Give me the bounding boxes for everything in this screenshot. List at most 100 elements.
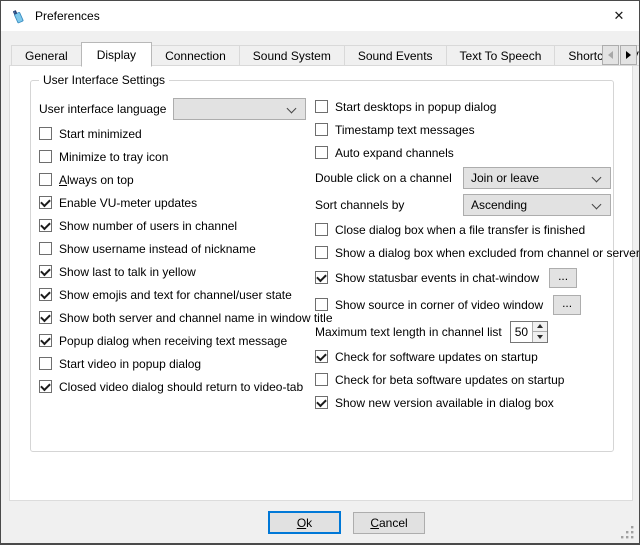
- spinbox-value: 50: [511, 322, 532, 342]
- setting-row: Show source in corner of video window...: [315, 291, 611, 318]
- setting-label: Double click on a channel: [315, 171, 463, 185]
- display-tab-page: User Interface Settings User interface l…: [9, 65, 633, 501]
- spin-up-button[interactable]: [532, 322, 547, 332]
- setting-row: Sort channels by Ascending: [315, 191, 611, 218]
- tab-label: Text To Speech: [460, 49, 542, 63]
- checkbox-show-both-server-and-channel-name-in-window-title[interactable]: [39, 311, 52, 324]
- checkbox-auto-expand-channels[interactable]: [315, 146, 328, 159]
- checkbox-show-statusbar-events-in-chat-window[interactable]: [315, 271, 328, 284]
- setting-row: Show emojis and text for channel/user st…: [39, 283, 311, 306]
- setting-row: Show new version available in dialog box: [315, 391, 611, 414]
- tab-sound-events[interactable]: Sound Events: [344, 45, 447, 66]
- checkbox-minimize-to-tray-icon[interactable]: [39, 150, 52, 163]
- ellipsis-button-show-statusbar-events-in-chat-window[interactable]: ...: [549, 268, 577, 288]
- tab-label: Sound System: [253, 49, 331, 63]
- checkbox-check-for-beta-software-updates-on-startup[interactable]: [315, 373, 328, 386]
- setting-row: Closed video dialog should return to vid…: [39, 375, 311, 398]
- setting-label: Show last to talk in yellow: [59, 265, 196, 279]
- setting-row: Show last to talk in yellow: [39, 260, 311, 283]
- combobox-value: Join or leave: [471, 171, 539, 185]
- combobox-double-click-on-a-channel[interactable]: Join or leave: [463, 167, 611, 189]
- setting-label: Show statusbar events in chat-window: [335, 271, 539, 285]
- close-button[interactable]: ✕: [599, 1, 639, 31]
- setting-row: Enable VU-meter updates: [39, 191, 311, 214]
- setting-label: Show new version available in dialog box: [335, 396, 554, 410]
- tab-label: Sound Events: [358, 49, 433, 63]
- setting-label: Start minimized: [59, 127, 142, 141]
- tab-label: Connection: [165, 49, 226, 63]
- checkbox-show-number-of-users-in-channel[interactable]: [39, 219, 52, 232]
- tab-sound-system[interactable]: Sound System: [239, 45, 345, 66]
- setting-row: Show both server and channel name in win…: [39, 306, 311, 329]
- checkbox-check-for-software-updates-on-startup[interactable]: [315, 350, 328, 363]
- checkbox-show-emojis-and-text-for-channel-user-state[interactable]: [39, 288, 52, 301]
- setting-label: Enable VU-meter updates: [59, 196, 197, 210]
- setting-label: Auto expand channels: [335, 146, 454, 160]
- titlebar: Preferences ✕: [1, 1, 639, 31]
- setting-label: Show emojis and text for channel/user st…: [59, 288, 292, 302]
- setting-row: Timestamp text messages: [315, 118, 611, 141]
- setting-row: Start desktops in popup dialog: [315, 95, 611, 118]
- spin-down-button[interactable]: [532, 331, 547, 342]
- setting-row: Start video in popup dialog: [39, 352, 311, 375]
- setting-row: Show statusbar events in chat-window...: [315, 264, 611, 291]
- checkbox-show-a-dialog-box-when-excluded-from-channel-or-server[interactable]: [315, 246, 328, 259]
- setting-row: Show a dialog box when excluded from cha…: [315, 241, 611, 264]
- app-icon: [10, 8, 27, 25]
- setting-row: Start minimized: [39, 122, 311, 145]
- setting-label: Timestamp text messages: [335, 123, 475, 137]
- group-title: User Interface Settings: [39, 73, 169, 87]
- checkbox-show-source-in-corner-of-video-window[interactable]: [315, 298, 328, 311]
- setting-label: Show both server and channel name in win…: [59, 311, 333, 325]
- resize-grip[interactable]: [621, 526, 634, 539]
- tab-connection[interactable]: Connection: [151, 45, 240, 66]
- ellipsis-button-show-source-in-corner-of-video-window[interactable]: ...: [553, 295, 581, 315]
- setting-row: Auto expand channels: [315, 141, 611, 164]
- arrow-left-icon: [608, 51, 613, 59]
- setting-row: Show number of users in channel: [39, 214, 311, 237]
- setting-label: Maximum text length in channel list: [315, 325, 502, 339]
- tab-scroll-left-button[interactable]: [602, 45, 619, 65]
- checkbox-start-video-in-popup-dialog[interactable]: [39, 357, 52, 370]
- cancel-button[interactable]: Cancel: [353, 512, 425, 534]
- settings-column-right: Start desktops in popup dialog Timestamp …: [315, 95, 611, 414]
- setting-label: Show number of users in channel: [59, 219, 237, 233]
- checkbox-start-minimized[interactable]: [39, 127, 52, 140]
- combobox-user-interface-language[interactable]: [173, 98, 306, 120]
- checkbox-show-last-to-talk-in-yellow[interactable]: [39, 265, 52, 278]
- setting-row: Always on top: [39, 168, 311, 191]
- setting-label: Check for beta software updates on start…: [335, 373, 564, 387]
- tab-label: Display: [97, 48, 136, 62]
- window-title: Preferences: [35, 9, 100, 23]
- checkbox-timestamp-text-messages[interactable]: [315, 123, 328, 136]
- tab-text-to-speech[interactable]: Text To Speech: [446, 45, 556, 66]
- checkbox-enable-vu-meter-updates[interactable]: [39, 196, 52, 209]
- setting-label: Close dialog box when a file transfer is…: [335, 223, 585, 237]
- arrow-up-icon: [537, 324, 543, 328]
- checkbox-show-username-instead-of-nickname[interactable]: [39, 242, 52, 255]
- checkbox-close-dialog-box-when-a-file-transfer-is-finished[interactable]: [315, 223, 328, 236]
- arrow-right-icon: [626, 51, 631, 59]
- checkbox-closed-video-dialog-should-return-to-video-tab[interactable]: [39, 380, 52, 393]
- spinbox-maximum-text-length-in-channel-list[interactable]: 50: [510, 321, 548, 343]
- tab-strip: General Display Connection Sound System Soun…: [11, 43, 633, 66]
- user-interface-settings-group: User Interface Settings User interface l…: [30, 80, 614, 452]
- combobox-sort-channels-by[interactable]: Ascending: [463, 194, 611, 216]
- settings-column-left: User interface languageStart minimizedMi…: [39, 95, 311, 398]
- tab-scroll-right-button[interactable]: [620, 45, 637, 65]
- setting-label: Sort channels by: [315, 198, 463, 212]
- checkbox-show-new-version-available-in-dialog-box[interactable]: [315, 396, 328, 409]
- arrow-down-icon: [537, 335, 543, 339]
- tab-label: General: [25, 49, 68, 63]
- checkbox-always-on-top[interactable]: [39, 173, 52, 186]
- setting-label: Minimize to tray icon: [59, 150, 168, 164]
- ok-button[interactable]: Ok: [268, 511, 341, 534]
- setting-row: Minimize to tray icon: [39, 145, 311, 168]
- tab-display[interactable]: Display: [81, 42, 152, 67]
- checkbox-popup-dialog-when-receiving-text-message[interactable]: [39, 334, 52, 347]
- tab-general[interactable]: General: [11, 45, 82, 66]
- setting-row: Close dialog box when a file transfer is…: [315, 218, 611, 241]
- checkbox-start-desktops-in-popup-dialog[interactable]: [315, 100, 328, 113]
- combobox-value: Ascending: [471, 198, 527, 212]
- setting-row: Check for beta software updates on start…: [315, 368, 611, 391]
